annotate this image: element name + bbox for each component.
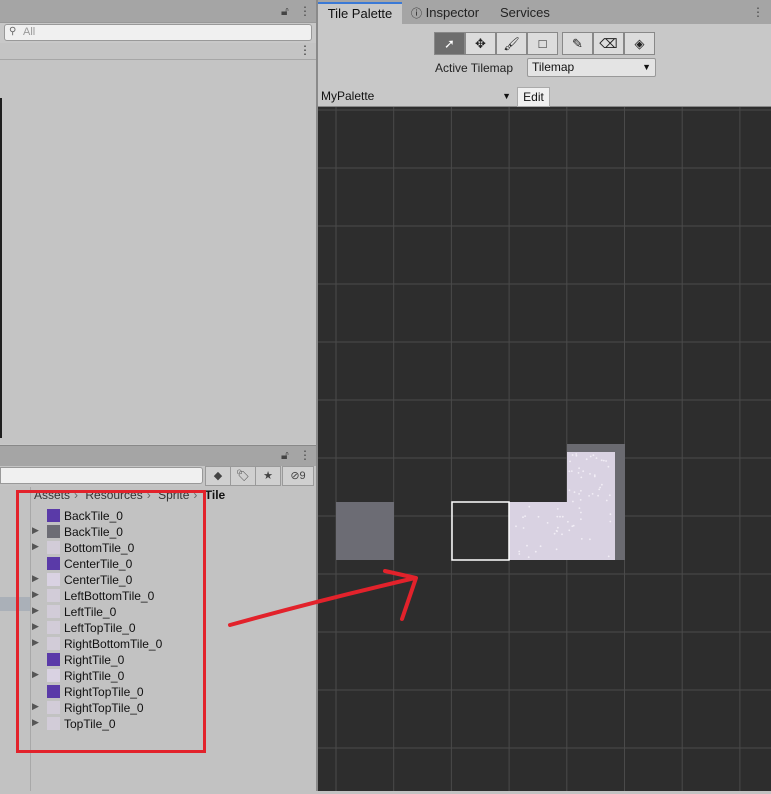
annotation-arrow	[228, 569, 418, 627]
